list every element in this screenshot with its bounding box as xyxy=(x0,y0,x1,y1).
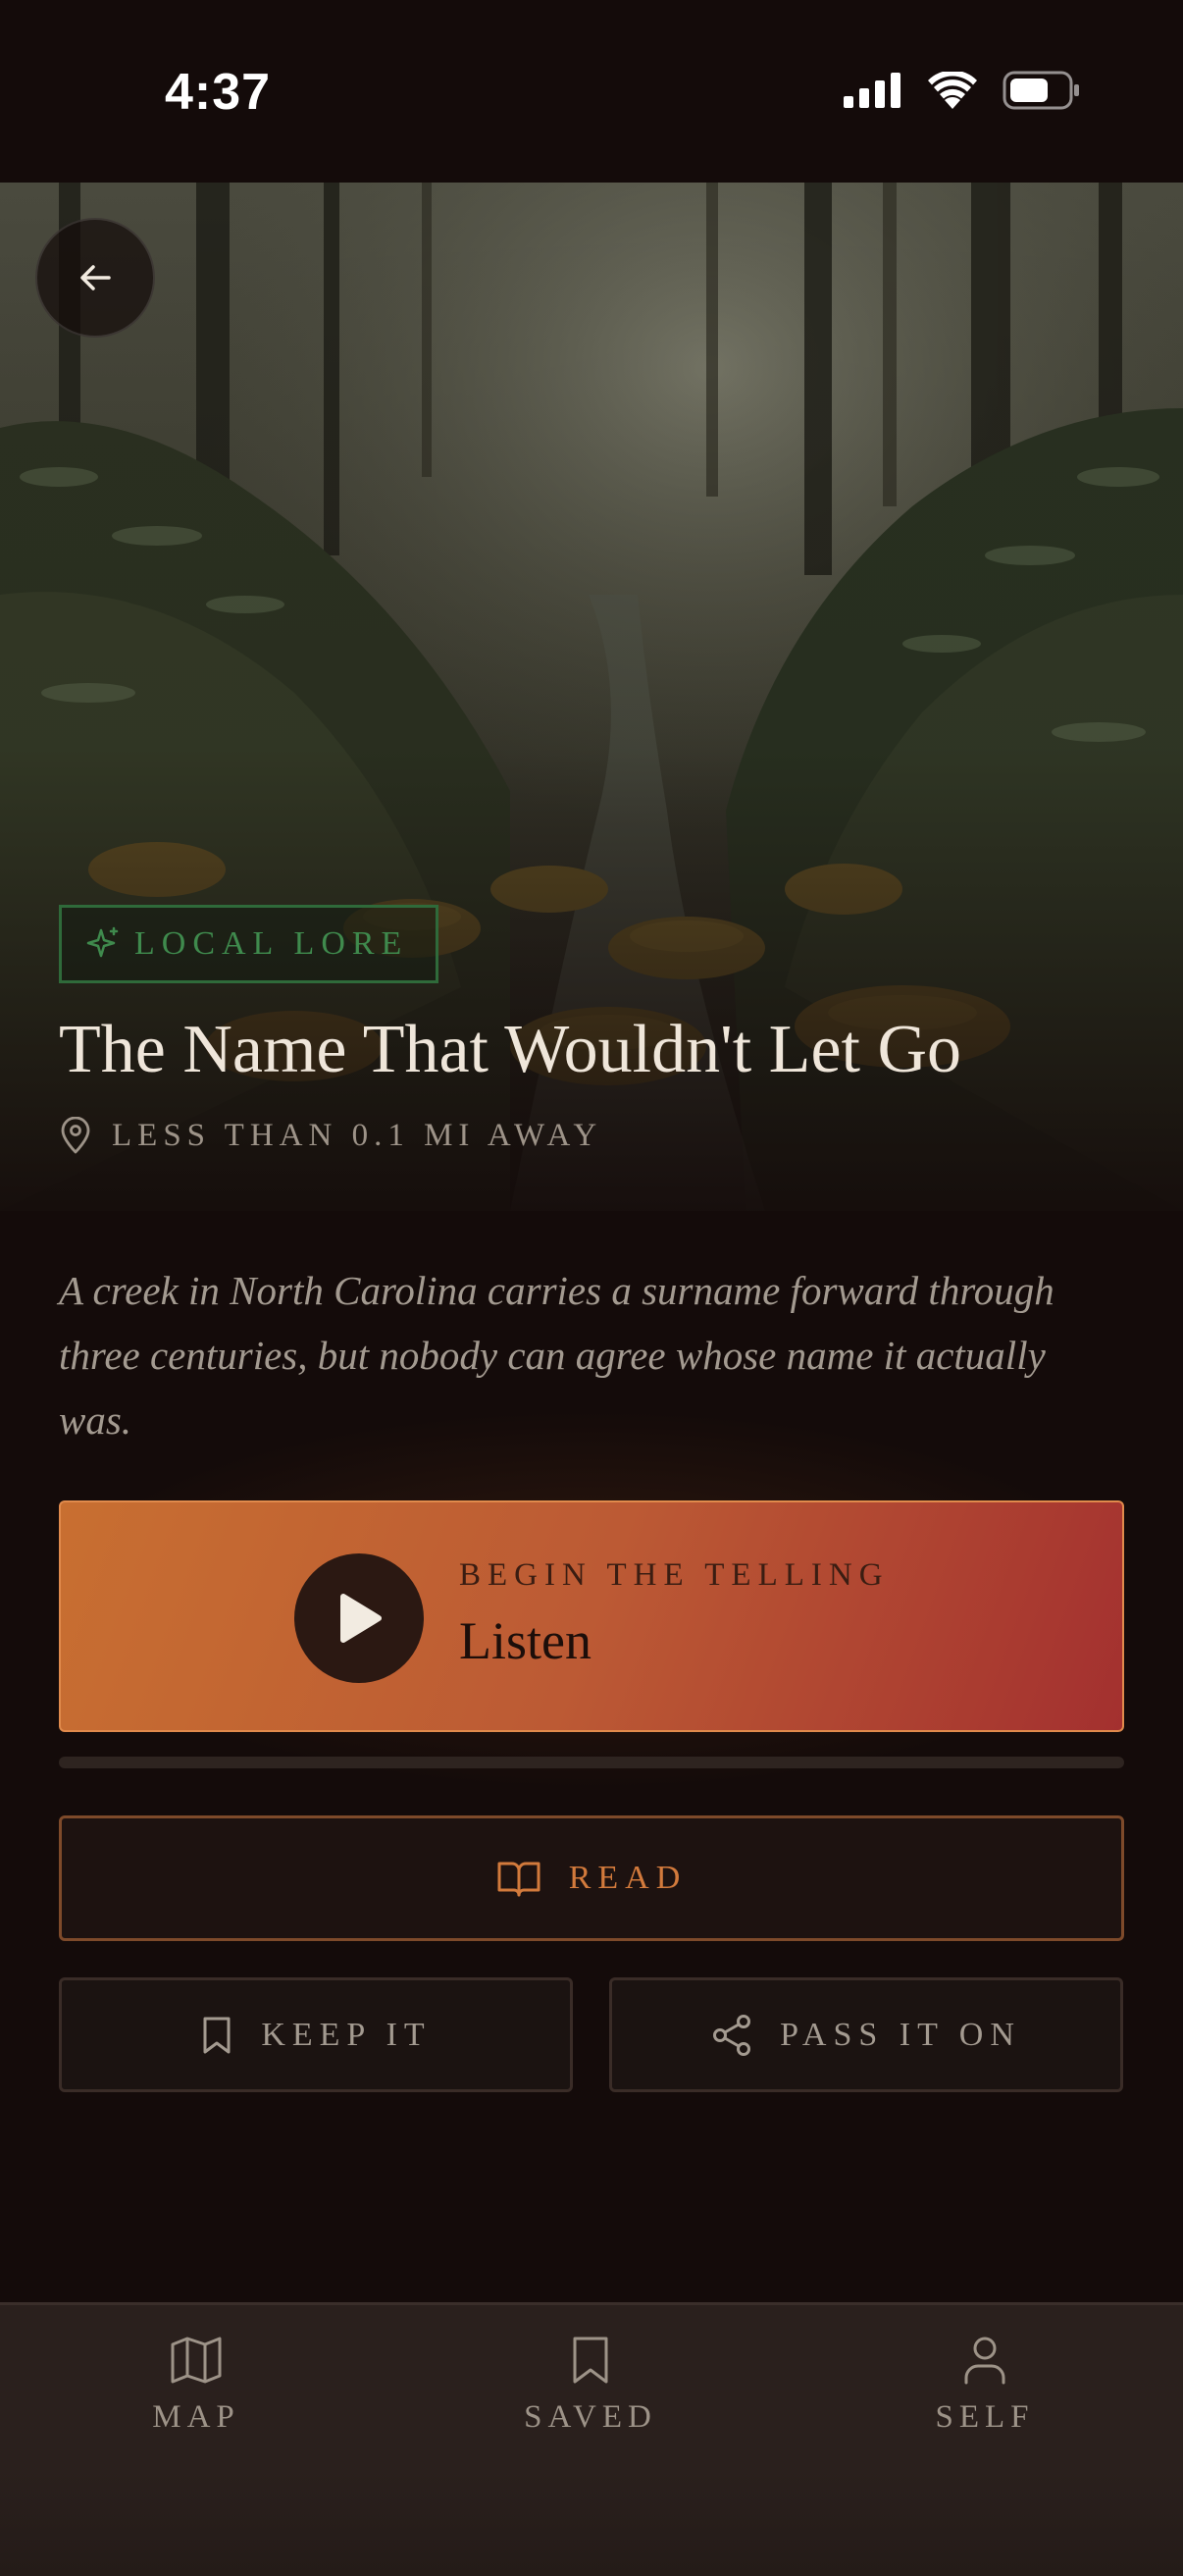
distance-row: LESS THAN 0.1 MI AWAY xyxy=(59,1117,602,1154)
pass-it-on-button[interactable]: PASS IT ON xyxy=(609,1977,1123,2092)
read-button[interactable]: READ xyxy=(59,1815,1124,1941)
tab-self[interactable]: SELF xyxy=(838,2335,1132,2436)
play-button[interactable] xyxy=(294,1553,424,1683)
listen-label: Listen xyxy=(459,1611,592,1670)
cellular-signal-icon xyxy=(844,73,900,108)
page-title: The Name That Wouldn't Let Go xyxy=(59,1012,962,1087)
hero-image: LOCAL LORE The Name That Wouldn't Let Go… xyxy=(0,183,1183,1211)
book-open-icon xyxy=(497,1862,540,1897)
bookmark-icon xyxy=(203,2017,231,2053)
user-icon xyxy=(964,2337,1005,2385)
wifi-icon xyxy=(928,72,977,109)
tab-map-label: MAP xyxy=(152,2399,240,2435)
local-lore-badge: LOCAL LORE xyxy=(59,905,439,983)
tab-saved[interactable]: SAVED xyxy=(443,2335,738,2436)
distance-label: LESS THAN 0.1 MI AWAY xyxy=(112,1117,603,1153)
status-icons xyxy=(844,71,1081,110)
play-icon xyxy=(340,1594,382,1643)
arrow-left-icon xyxy=(80,265,111,290)
bookmark-icon xyxy=(573,2337,608,2384)
tab-bar: MAP SAVED SELF xyxy=(0,2302,1183,2576)
back-button[interactable] xyxy=(35,218,155,338)
tab-map[interactable]: MAP xyxy=(49,2335,343,2436)
read-label: READ xyxy=(568,1860,688,1896)
share-icon xyxy=(713,2014,751,2056)
playback-progress[interactable] xyxy=(59,1757,1124,1768)
status-time: 4:37 xyxy=(165,64,272,121)
tab-saved-label: SAVED xyxy=(524,2399,657,2435)
pass-it-on-label: PASS IT ON xyxy=(780,2016,1021,2053)
sparkle-icon xyxy=(86,926,119,958)
battery-icon xyxy=(1003,71,1079,110)
keep-it-label: KEEP IT xyxy=(261,2016,432,2053)
badge-label: LOCAL LORE xyxy=(134,925,409,962)
status-bar: 4:37 xyxy=(0,0,1183,183)
map-pin-icon xyxy=(61,1117,90,1154)
keep-it-button[interactable]: KEEP IT xyxy=(59,1977,573,2092)
tab-self-label: SELF xyxy=(935,2399,1035,2435)
map-icon xyxy=(171,2337,222,2384)
listen-kicker: BEGIN THE TELLING xyxy=(459,1557,890,1593)
listen-button[interactable]: BEGIN THE TELLING Listen xyxy=(59,1500,1124,1732)
